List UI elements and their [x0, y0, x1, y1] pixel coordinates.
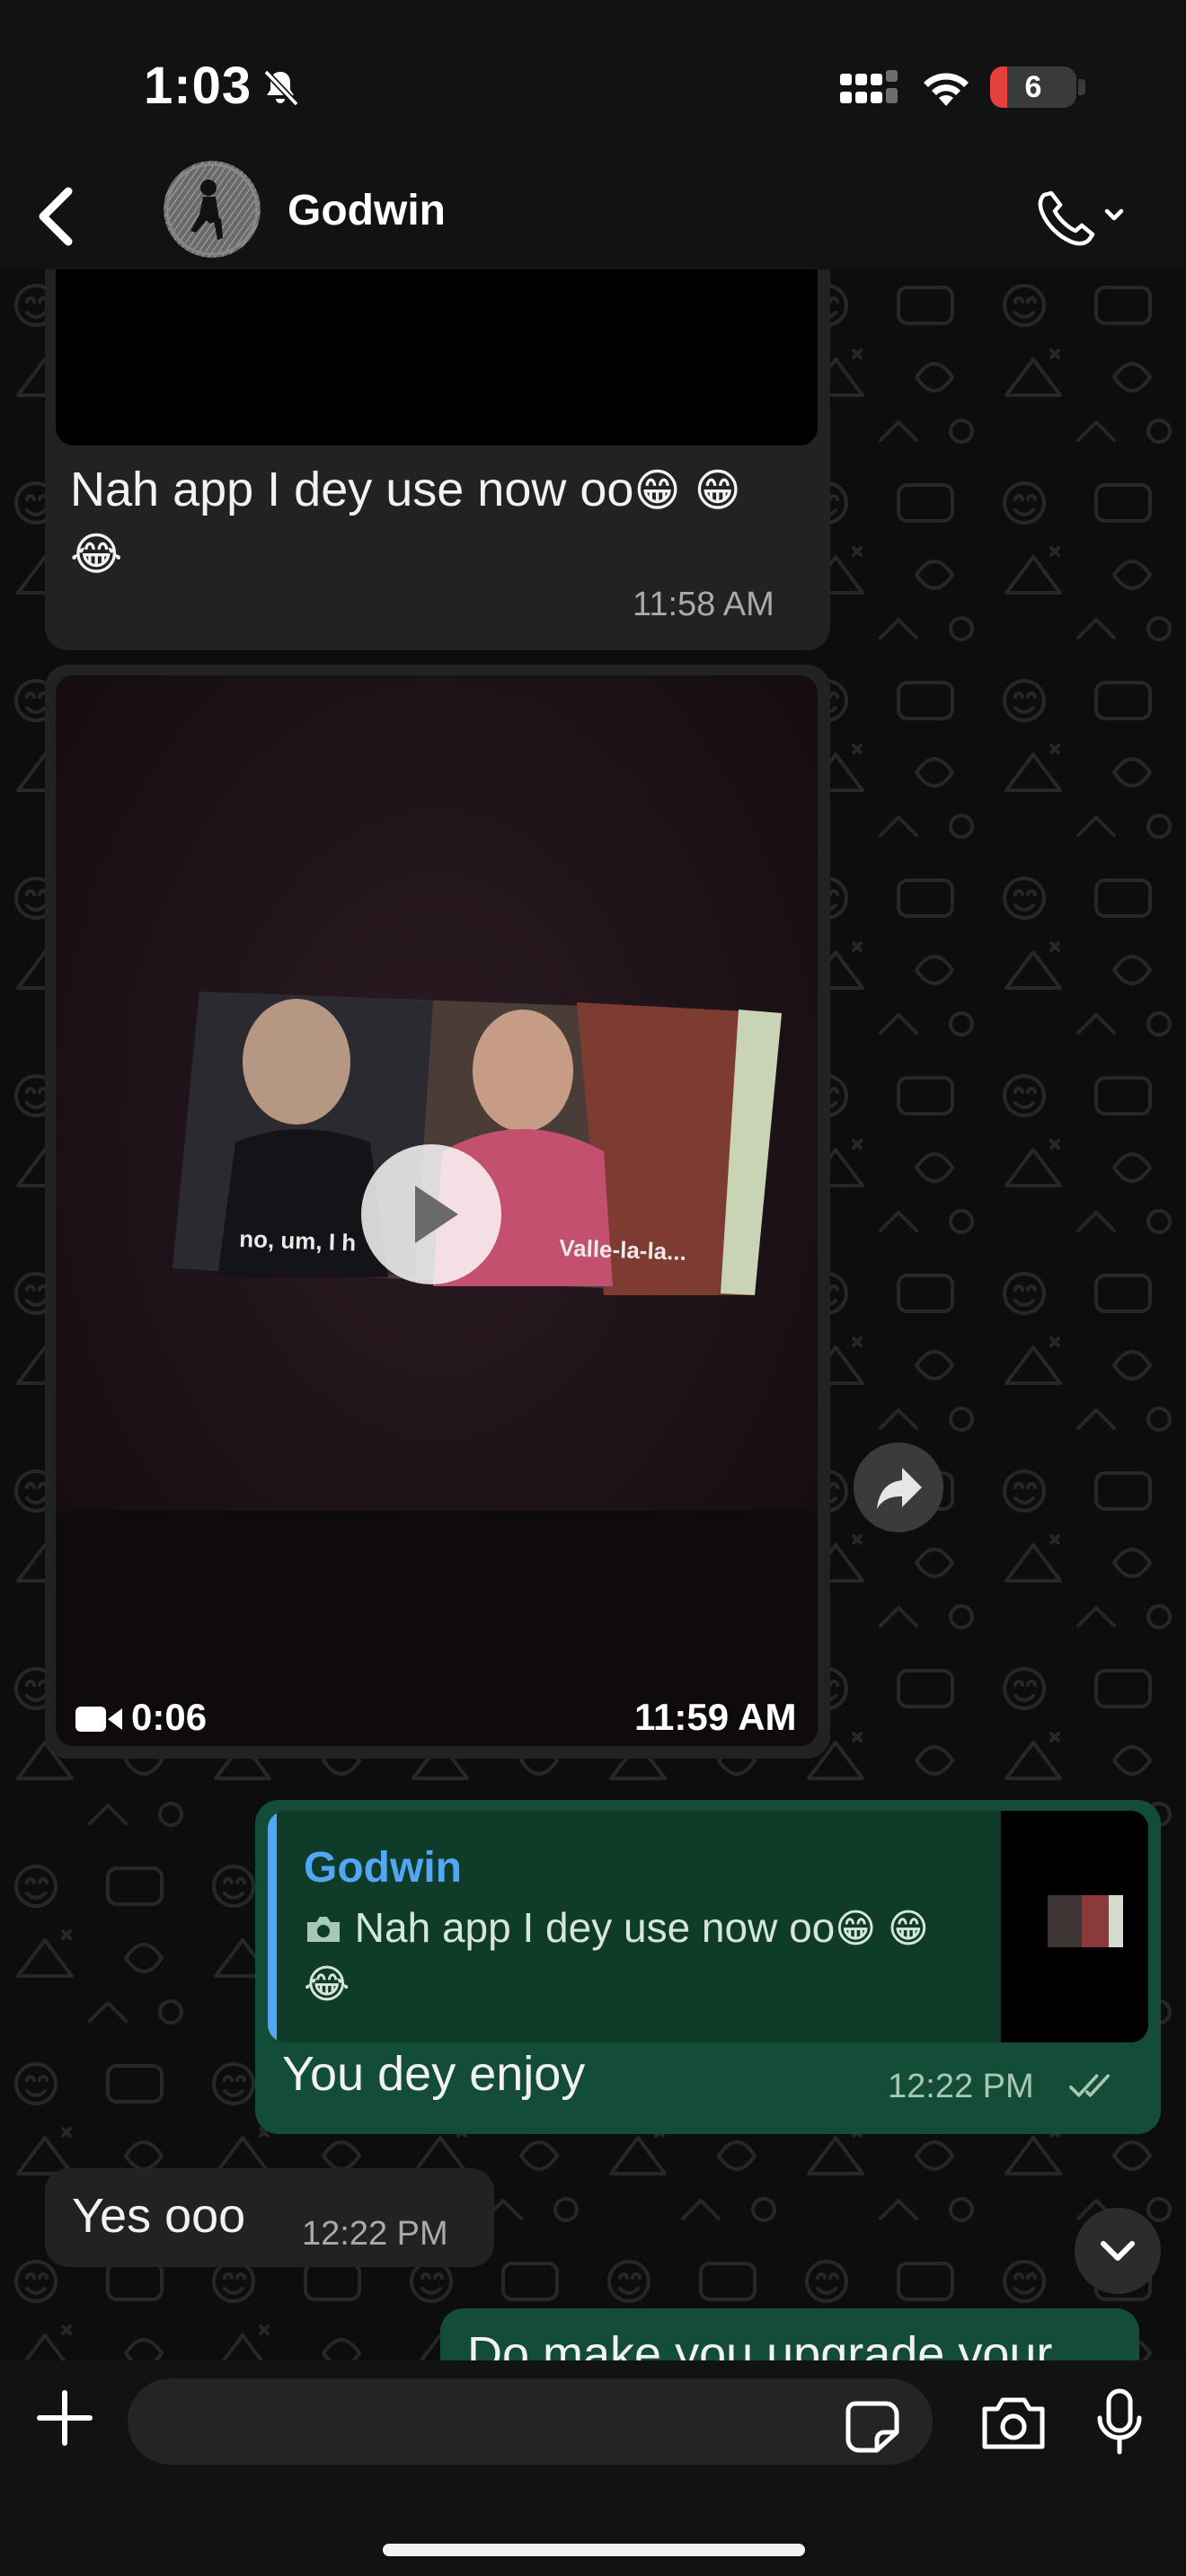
chat-header: Godwin — [0, 161, 1186, 269]
video-camera-icon — [75, 1707, 122, 1732]
plus-icon[interactable] — [34, 2387, 95, 2448]
message-bubble-outgoing[interactable]: Godwin Nah app I dey use now oo😁 😁 😂 You… — [255, 1800, 1161, 2134]
quoted-message[interactable]: Godwin Nah app I dey use now oo😁 😁 😂 — [268, 1811, 1148, 2042]
wifi-icon — [924, 73, 969, 106]
forward-button[interactable] — [854, 1442, 943, 1532]
message-text: Yes ooo — [72, 2189, 246, 2243]
quoted-thumbnail — [1001, 1811, 1148, 2042]
message-bubble-incoming[interactable]: no, um, I h Valle-la-la... 0:06 11:59 AM — [45, 665, 830, 1759]
emoji: 😂 — [70, 528, 123, 580]
message-input[interactable] — [128, 2378, 933, 2465]
message-text: You dey enjoy — [282, 2047, 586, 2101]
video-subtitle-right: Valle-la-la... — [559, 1234, 687, 1266]
message-text: Do make you upgrade your — [467, 2327, 1053, 2360]
contact-name[interactable]: Godwin — [288, 186, 446, 235]
message-text: Nah app I dey use now oo😁 😁 😂 — [70, 458, 816, 586]
status-bar: 1:03 6 — [0, 0, 1186, 166]
battery-cap — [1078, 79, 1085, 95]
avatar[interactable] — [164, 161, 261, 258]
message-time: 12:22 PM — [888, 2068, 1034, 2105]
camera-small-icon — [307, 1917, 340, 1942]
emoji: 😁 — [694, 464, 741, 516]
message-time: 12:22 PM — [302, 2215, 448, 2253]
battery-level: 6 — [1024, 70, 1042, 104]
message-bubble-incoming[interactable]: Yes ooo 12:22 PM — [45, 2168, 494, 2267]
chat-area[interactable]: Nah app I dey use now oo😁 😁 😂 11:58 AM n… — [0, 269, 1186, 2360]
quoted-sender-name: Godwin — [304, 1844, 462, 1892]
emoji: 😁 — [887, 1906, 929, 1952]
microphone-icon[interactable] — [1094, 2387, 1145, 2457]
back-icon[interactable] — [27, 179, 84, 254]
read-receipt-icon — [1069, 2074, 1110, 2097]
home-indicator — [383, 2544, 805, 2556]
emoji: 😁 — [835, 1906, 877, 1952]
scroll-to-bottom-button[interactable] — [1075, 2208, 1161, 2294]
quoted-text: Nah app I dey use now oo😁 😁 😂 — [304, 1901, 969, 2012]
video-subtitle-left: no, um, I h — [239, 1225, 357, 1257]
message-time: 11:58 AM — [633, 586, 774, 623]
battery-indicator: 6 — [990, 66, 1076, 108]
play-button[interactable] — [361, 1144, 501, 1284]
message-bubble-incoming[interactable]: Nah app I dey use now oo😁 😁 😂 11:58 AM — [45, 269, 830, 650]
cellular-signal-icon — [840, 70, 898, 103]
voice-call-button[interactable] — [1024, 175, 1132, 256]
message-bubble-outgoing[interactable]: Do make you upgrade your — [440, 2308, 1139, 2360]
composer-bar — [0, 2360, 1186, 2576]
bell-muted-icon — [263, 69, 299, 107]
message-text-content: Nah app I dey use now oo — [70, 463, 634, 516]
message-time: 11:59 AM — [634, 1696, 797, 1738]
chevron-down-icon — [1104, 208, 1124, 221]
photo-preview[interactable] — [56, 269, 818, 446]
emoji: 😂 — [304, 1962, 350, 2007]
quoted-text-content: Nah app I dey use now oo — [354, 1904, 836, 1951]
status-time: 1:03 — [144, 57, 252, 115]
camera-icon[interactable] — [979, 2395, 1048, 2452]
quote-accent-bar — [268, 1811, 277, 2042]
video-duration: 0:06 — [131, 1696, 208, 1738]
sticker-icon[interactable] — [845, 2400, 900, 2454]
emoji: 😁 — [633, 464, 681, 516]
